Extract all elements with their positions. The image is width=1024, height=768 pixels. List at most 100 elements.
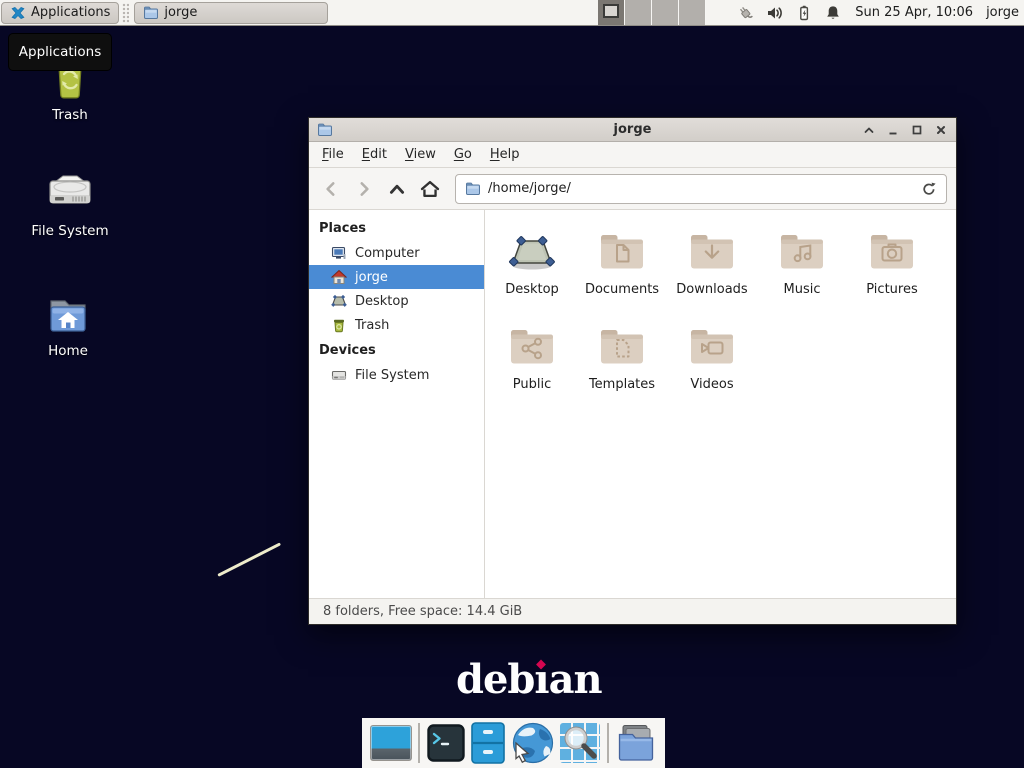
home-folder-icon bbox=[44, 290, 92, 338]
path-bar[interactable]: /home/jorge/ bbox=[455, 174, 947, 204]
window-title: jorge bbox=[309, 122, 956, 137]
status-text: 8 folders, Free space: 14.4 GiB bbox=[323, 604, 522, 619]
workspace-cell-2[interactable] bbox=[625, 0, 652, 25]
templates-folder-icon bbox=[598, 322, 646, 370]
chevron-left-icon bbox=[322, 180, 340, 198]
app-finder-dock-icon[interactable] bbox=[560, 723, 600, 763]
network-icon[interactable] bbox=[736, 4, 755, 22]
debian-logo: debıan bbox=[456, 658, 602, 702]
desktop-icon-file-system[interactable]: File System bbox=[22, 170, 118, 239]
workspace-cell-1[interactable] bbox=[598, 0, 625, 25]
panel-separator-handle[interactable] bbox=[122, 3, 129, 23]
folder-item-templates[interactable]: Templates bbox=[577, 320, 667, 415]
sidebar-item-computer[interactable]: Computer bbox=[309, 241, 484, 265]
dock-separator bbox=[418, 723, 420, 763]
minimize-button[interactable] bbox=[886, 123, 900, 137]
folder-view: Desktop Documents bbox=[485, 210, 956, 598]
sidebar-header-devices: Devices bbox=[309, 337, 484, 363]
desktop-icon-label: Trash bbox=[52, 107, 88, 123]
sidebar-item-desktop[interactable]: Desktop bbox=[309, 289, 484, 313]
back-button[interactable] bbox=[318, 176, 344, 202]
public-folder-icon bbox=[508, 322, 556, 370]
desktop-stray-line bbox=[217, 542, 281, 576]
sidebar-item-trash[interactable]: Trash bbox=[309, 313, 484, 337]
up-button[interactable] bbox=[384, 176, 410, 202]
menu-go[interactable]: Go bbox=[445, 144, 481, 165]
folder-item-documents[interactable]: Documents bbox=[577, 225, 667, 320]
file-manager-window: jorge File Edit View Go Help bbox=[308, 117, 957, 625]
clock[interactable]: Sun 25 Apr, 10:06 bbox=[855, 5, 973, 20]
desktop-icon bbox=[331, 293, 347, 309]
dock bbox=[362, 718, 665, 768]
folders-icon bbox=[615, 723, 657, 763]
menu-edit[interactable]: Edit bbox=[353, 144, 396, 165]
applications-menu-button[interactable]: Applications bbox=[1, 2, 119, 24]
sidebar-header-places: Places bbox=[309, 215, 484, 241]
desktop-icon-home[interactable]: Home bbox=[20, 290, 116, 359]
session-user-label[interactable]: jorge bbox=[986, 5, 1019, 20]
folder-item-downloads[interactable]: Downloads bbox=[667, 225, 757, 320]
window-titlebar[interactable]: jorge bbox=[309, 118, 956, 142]
terminal-icon bbox=[427, 724, 465, 762]
workspace-window-miniature bbox=[603, 4, 619, 18]
pictures-folder-icon bbox=[868, 227, 916, 275]
volume-icon[interactable] bbox=[766, 4, 784, 22]
sidebar-item-file-system[interactable]: File System bbox=[309, 363, 484, 387]
minimize-icon bbox=[887, 124, 899, 136]
cursor-icon bbox=[512, 741, 534, 765]
maximize-button[interactable] bbox=[910, 123, 924, 137]
notifications-bell-icon[interactable] bbox=[824, 4, 842, 22]
reload-button[interactable] bbox=[921, 181, 937, 197]
applications-tooltip: Applications bbox=[8, 33, 112, 71]
top-panel: Applications jorge bbox=[0, 0, 1024, 26]
dock-separator bbox=[607, 723, 609, 763]
menu-bar: File Edit View Go Help bbox=[309, 142, 956, 168]
close-icon bbox=[935, 124, 947, 136]
menu-view[interactable]: View bbox=[396, 144, 445, 165]
folder-item-desktop[interactable]: Desktop bbox=[487, 225, 577, 320]
web-browser-dock-icon[interactable] bbox=[512, 722, 554, 764]
chevron-right-icon bbox=[355, 180, 373, 198]
folder-item-public[interactable]: Public bbox=[487, 320, 577, 415]
menu-file[interactable]: File bbox=[313, 144, 353, 165]
documents-folder-icon bbox=[598, 227, 646, 275]
desktop-trapezoid-icon bbox=[508, 227, 556, 275]
file-cabinet-dock-icon[interactable] bbox=[471, 722, 505, 764]
trash-icon bbox=[331, 317, 347, 333]
path-text: /home/jorge/ bbox=[488, 181, 571, 196]
computer-icon bbox=[331, 245, 347, 261]
folder-item-music[interactable]: Music bbox=[757, 225, 847, 320]
hard-drive-icon bbox=[331, 367, 347, 383]
xfce-applications-icon bbox=[10, 5, 26, 21]
folder-item-videos[interactable]: Videos bbox=[667, 320, 757, 415]
desktop-background[interactable]: { "panel": { "applications_label": "Appl… bbox=[0, 0, 1024, 768]
show-desktop-dock-icon[interactable] bbox=[370, 725, 412, 761]
workspace-cell-3[interactable] bbox=[652, 0, 679, 25]
battery-icon[interactable] bbox=[795, 4, 813, 22]
system-tray bbox=[736, 4, 842, 22]
music-folder-icon bbox=[778, 227, 826, 275]
file-manager-dock-icon[interactable] bbox=[615, 723, 657, 763]
menu-help[interactable]: Help bbox=[481, 144, 529, 165]
taskbar-window-label: jorge bbox=[164, 5, 197, 20]
home-icon bbox=[420, 180, 440, 198]
workspace-pager bbox=[598, 0, 706, 25]
sidebar-item-jorge[interactable]: jorge bbox=[309, 265, 484, 289]
path-folder-icon bbox=[465, 181, 481, 197]
desktop-miniature-icon bbox=[370, 725, 412, 761]
hard-drive-icon bbox=[45, 170, 95, 218]
terminal-dock-icon[interactable] bbox=[427, 724, 465, 762]
magnifier-icon bbox=[560, 723, 600, 763]
reload-icon bbox=[921, 181, 937, 197]
forward-button[interactable] bbox=[351, 176, 377, 202]
window-folder-icon bbox=[143, 5, 159, 21]
home-button[interactable] bbox=[417, 176, 443, 202]
home-icon bbox=[331, 269, 347, 285]
shade-button[interactable] bbox=[862, 123, 876, 137]
chevron-up-icon bbox=[388, 180, 406, 198]
workspace-cell-4[interactable] bbox=[679, 0, 706, 25]
chevron-up-icon bbox=[863, 124, 875, 136]
taskbar-window-button[interactable]: jorge bbox=[134, 2, 328, 24]
close-button[interactable] bbox=[934, 123, 948, 137]
folder-item-pictures[interactable]: Pictures bbox=[847, 225, 937, 320]
